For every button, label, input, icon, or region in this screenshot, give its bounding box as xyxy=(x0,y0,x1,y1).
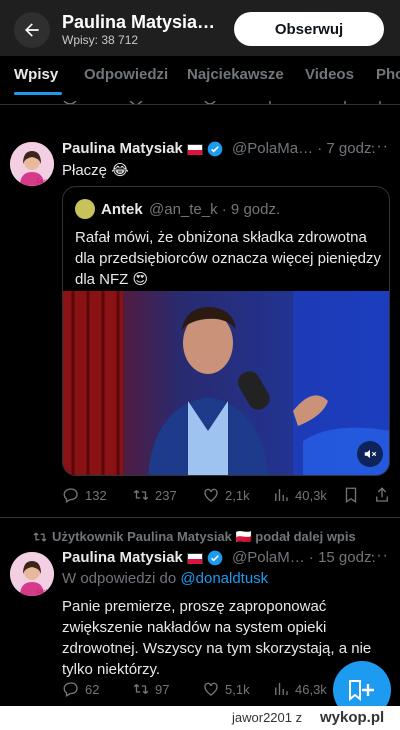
verified-badge-icon xyxy=(207,141,223,157)
handle-and-time: @PolaM… · 15 godz. xyxy=(232,549,376,566)
profile-tabs: Wpisy Odpowiedzi Najciekawsze Videos Pho xyxy=(0,56,400,96)
quoted-handle-and-time: @an_te_k · 9 godz. xyxy=(149,201,281,218)
divider xyxy=(0,104,400,105)
avatar[interactable]: Lew xyxy=(10,142,54,186)
follow-button[interactable]: Obserwuj xyxy=(234,12,384,46)
quoted-tweet[interactable]: Antek @an_te_k · 9 godz. Rafał mówi, że … xyxy=(62,186,390,476)
tweet-actions: 132 237 2,1k 40,3k xyxy=(62,486,390,506)
avatar xyxy=(75,199,95,219)
poland-flag-icon xyxy=(186,143,203,155)
tweet-text: Płaczę 😂 xyxy=(62,162,129,179)
analytics-icon xyxy=(275,489,288,501)
retweet-icon xyxy=(33,532,47,542)
tab-replies[interactable]: Odpowiedzi xyxy=(84,66,168,83)
retweet-button[interactable]: 237 xyxy=(132,486,177,504)
quoted-author-name: Antek xyxy=(101,201,143,218)
views-button[interactable]: 46,3k xyxy=(272,680,327,698)
bookmark-button[interactable] xyxy=(342,486,360,504)
retweet-icon xyxy=(133,490,149,500)
analytics-icon xyxy=(275,683,288,695)
heart-icon xyxy=(204,488,218,502)
tab-videos[interactable]: Videos xyxy=(305,66,354,83)
watermark-user: jawor2201 z xyxy=(232,710,303,725)
reply-icon xyxy=(63,682,78,697)
active-tab-indicator xyxy=(14,92,62,95)
views-button[interactable]: 40,3k xyxy=(272,486,327,504)
volume-muted-icon xyxy=(364,449,377,459)
avatar[interactable]: Lew xyxy=(10,552,54,596)
reply-context: W odpowiedzi do @donaldtusk xyxy=(62,570,269,587)
svg-text:Lew: Lew xyxy=(37,588,49,595)
author-name[interactable]: Paulina Matysiak xyxy=(62,549,223,566)
handle-and-time: @PolaMa… · 7 godz. xyxy=(232,140,376,157)
bookmark-icon xyxy=(345,487,357,504)
wykop-logo: wykop.pl xyxy=(320,709,385,726)
share-icon xyxy=(376,487,388,502)
quoted-tweet-text: Rafał mówi, że obniżona składka zdrowotn… xyxy=(75,229,381,288)
mute-button[interactable] xyxy=(357,441,383,467)
tab-posts[interactable]: Wpisy xyxy=(14,66,58,83)
posts-count: Wpisy: 38 712 xyxy=(62,33,139,47)
repost-note[interactable]: Użytkownik Paulina Matysiak 🇵🇱 podał dal… xyxy=(52,529,356,545)
more-options-icon[interactable]: ··· xyxy=(370,138,389,156)
reply-to-link[interactable]: @donaldtusk xyxy=(180,570,268,587)
tweet-text: Panie premierze, proszę zaproponować zwi… xyxy=(62,598,372,678)
svg-text:Lew: Lew xyxy=(37,178,49,185)
back-button[interactable] xyxy=(14,12,50,48)
like-button[interactable]: 5,1k xyxy=(202,680,250,698)
divider xyxy=(0,517,400,518)
profile-name: Paulina Matysia… xyxy=(62,12,216,32)
tab-highlights[interactable]: Najciekawsze xyxy=(187,66,284,83)
heart-icon xyxy=(204,682,218,696)
retweet-button[interactable]: 97 xyxy=(132,680,169,698)
reply-button[interactable]: 62 xyxy=(62,680,99,698)
reply-button[interactable]: 132 xyxy=(62,486,107,504)
reply-icon xyxy=(63,488,78,503)
share-button[interactable] xyxy=(373,486,391,504)
poland-flag-icon xyxy=(186,552,203,564)
retweet-icon xyxy=(133,684,149,694)
video-thumbnail[interactable] xyxy=(63,291,389,475)
more-options-icon[interactable]: ··· xyxy=(370,547,389,565)
profile-header: Paulina Matysia… Wpisy: 38 712 Obserwuj xyxy=(0,0,400,56)
watermark-bar: jawor2201 z wykop.pl xyxy=(0,706,400,730)
verified-badge-icon xyxy=(207,550,223,566)
tab-photos[interactable]: Pho xyxy=(376,66,400,83)
author-name[interactable]: Paulina Matysiak xyxy=(62,140,223,157)
like-button[interactable]: 2,1k xyxy=(202,486,250,504)
compose-plus-icon xyxy=(349,680,374,702)
arrow-left-icon xyxy=(25,23,39,37)
previous-tweet-actions xyxy=(0,96,400,104)
